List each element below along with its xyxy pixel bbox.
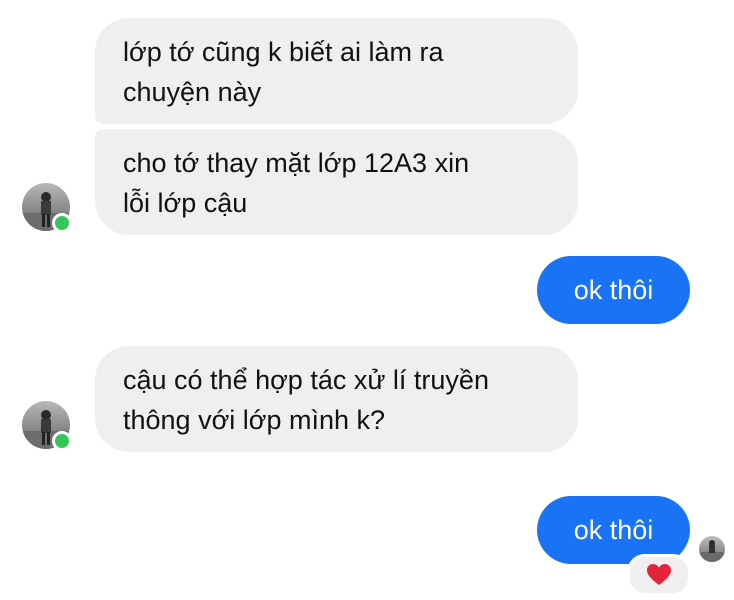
outgoing-message[interactable]: ok thôi [537,256,690,324]
message-text: lớp tớ cũng k biết ai làm ra [123,37,444,67]
online-status-dot [52,431,72,451]
message-text: chuyện này [123,77,262,107]
message-reaction[interactable] [627,554,691,596]
message-text: thông với lớp mình k? [123,405,386,435]
message-text: ok thôi [573,275,654,305]
heart-icon [647,564,671,585]
online-status-dot [52,213,72,233]
contact-avatar[interactable] [22,401,72,451]
message-text: cho tớ thay mặt lớp 12A3 xin [123,148,470,178]
seen-avatar [699,536,725,562]
contact-avatar[interactable] [22,183,72,233]
incoming-message[interactable]: lớp tớ cũng k biết ai làm ra chuyện này [95,18,578,124]
message-text: ok thôi [573,515,654,545]
incoming-message[interactable]: cậu có thể hợp tác xử lí truyền thông vớ… [95,346,578,452]
incoming-message[interactable]: cho tớ thay mặt lớp 12A3 xin lỗi lớp cậu [95,129,578,235]
message-text: cậu có thể hợp tác xử lí truyền [123,365,489,395]
message-text: lỗi lớp cậu [123,188,248,218]
